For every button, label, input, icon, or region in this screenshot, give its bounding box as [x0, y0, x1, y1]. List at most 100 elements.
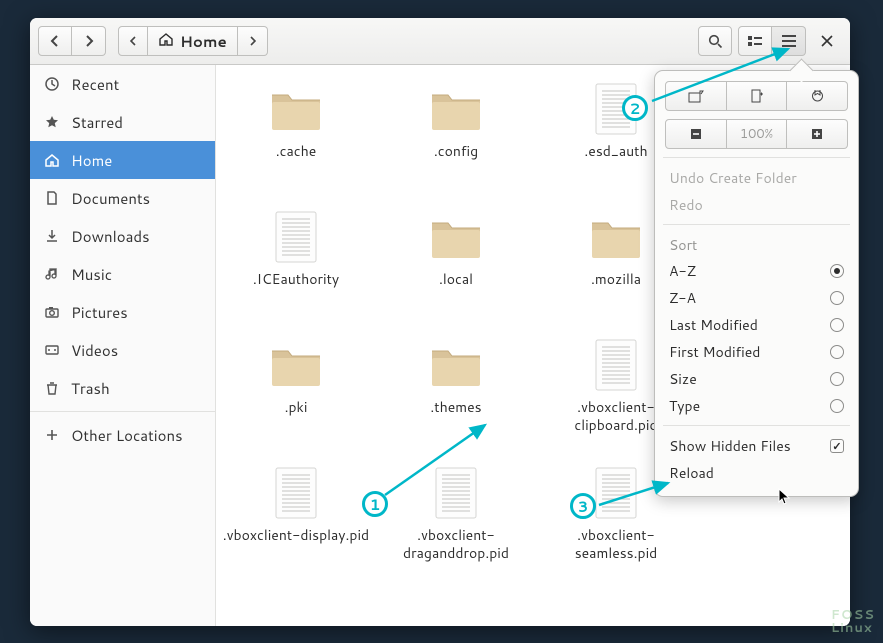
sidebar-other-locations[interactable]: Other Locations: [30, 416, 215, 454]
reload-menu-item[interactable]: Reload: [665, 459, 848, 486]
sort-option[interactable]: Z-A: [665, 284, 848, 311]
file-item[interactable]: .local: [376, 205, 536, 333]
file-label: .esd_auth: [578, 143, 653, 161]
file-label: .vboxclient-display.pid: [217, 527, 375, 545]
radio-icon: [830, 399, 844, 413]
folder-icon: [266, 81, 326, 137]
camera-icon: [44, 304, 60, 320]
sidebar-item-trash[interactable]: Trash: [30, 369, 215, 407]
folder-icon: [426, 209, 486, 265]
zoom-level: 100%: [727, 119, 788, 149]
radio-icon: [830, 264, 844, 278]
mouse-cursor: [778, 488, 792, 512]
trash-icon: [44, 380, 60, 396]
sidebar-item-starred[interactable]: Starred: [30, 103, 215, 141]
sort-option[interactable]: A-Z: [665, 257, 848, 284]
sidebar-item-label: Documents: [71, 188, 150, 209]
redo-menu-item[interactable]: Redo: [665, 191, 848, 218]
home-icon: [158, 31, 174, 52]
file-label: .local: [433, 271, 479, 289]
radio-icon: [830, 372, 844, 386]
sidebar-item-videos[interactable]: Videos: [30, 331, 215, 369]
plus-icon: [44, 427, 60, 443]
folder-icon: [426, 81, 486, 137]
view-toggle-button[interactable]: [738, 26, 772, 56]
sidebar-item-documents[interactable]: Documents: [30, 179, 215, 217]
new-folder-button[interactable]: [727, 81, 788, 111]
zoom-in-button[interactable]: [787, 119, 848, 149]
text-icon: [586, 337, 646, 393]
sort-option[interactable]: First Modified: [665, 338, 848, 365]
annotation-2: 2: [622, 95, 648, 121]
document-icon: [44, 190, 60, 206]
toolbar-right: [698, 26, 842, 56]
file-item[interactable]: .vboxclient-draganddrop.pid: [376, 461, 536, 589]
file-label: .cache: [270, 143, 323, 161]
sidebar-item-label: Recent: [71, 74, 119, 95]
sidebar-item-label: Trash: [71, 378, 110, 399]
music-icon: [44, 266, 60, 282]
view-options-popover: 100% Undo Create Folder Redo Sort A-ZZ-A…: [654, 70, 859, 497]
folder-icon: [586, 209, 646, 265]
sidebar: Recent Starred Home Documents Downloads Music…: [30, 65, 216, 626]
sidebar-item-label: Home: [71, 150, 112, 171]
folder-icon: [426, 337, 486, 393]
text-icon: [266, 209, 326, 265]
checkbox-icon: [830, 439, 844, 453]
sidebar-item-recent[interactable]: Recent: [30, 65, 215, 103]
sort-option[interactable]: Size: [665, 365, 848, 392]
search-button[interactable]: [698, 26, 732, 56]
home-icon: [44, 152, 60, 168]
sort-heading: Sort: [665, 231, 848, 257]
file-label: .config: [428, 143, 484, 161]
radio-icon: [830, 291, 844, 305]
sidebar-item-pictures[interactable]: Pictures: [30, 293, 215, 331]
close-button[interactable]: [812, 26, 842, 56]
nav-group: [38, 26, 106, 56]
annotation-3: 3: [570, 493, 596, 519]
sort-option[interactable]: Last Modified: [665, 311, 848, 338]
text-icon: [586, 465, 646, 521]
file-item[interactable]: .cache: [216, 77, 376, 205]
show-hidden-toggle[interactable]: Show Hidden Files: [665, 432, 848, 459]
sidebar-item-label: Starred: [71, 112, 123, 133]
file-label: .pki: [279, 399, 314, 417]
sidebar-item-label: Pictures: [71, 302, 128, 323]
new-tab-button[interactable]: [665, 81, 727, 111]
file-item[interactable]: .vboxclient-display.pid: [216, 461, 376, 589]
sidebar-item-music[interactable]: Music: [30, 255, 215, 293]
file-label: .vboxclient-seamless.pid: [536, 527, 696, 562]
file-label: .mozilla: [585, 271, 647, 289]
breadcrumb-home[interactable]: Home: [148, 26, 238, 56]
sidebar-item-home[interactable]: Home: [30, 141, 215, 179]
annotation-1: 1: [362, 491, 388, 517]
folder-icon: [266, 337, 326, 393]
file-item[interactable]: .config: [376, 77, 536, 205]
path-prev-button[interactable]: [118, 26, 148, 56]
zoom-out-button[interactable]: [665, 119, 727, 149]
watermark: FOSSLinux: [831, 609, 875, 635]
sidebar-item-label: Downloads: [71, 226, 150, 247]
sort-option[interactable]: Type: [665, 392, 848, 419]
text-icon: [426, 465, 486, 521]
path-next-button[interactable]: [238, 26, 268, 56]
file-item[interactable]: .themes: [376, 333, 536, 461]
sidebar-item-downloads[interactable]: Downloads: [30, 217, 215, 255]
file-item[interactable]: .pki: [216, 333, 376, 461]
breadcrumb-label: Home: [180, 31, 227, 52]
forward-button[interactable]: [72, 26, 106, 56]
bookmark-button[interactable]: [787, 81, 848, 111]
radio-icon: [830, 345, 844, 359]
file-label: .ICEauthority: [247, 271, 345, 289]
back-button[interactable]: [38, 26, 72, 56]
star-icon: [44, 114, 60, 130]
pathbar: Home: [118, 26, 692, 56]
undo-menu-item[interactable]: Undo Create Folder: [665, 164, 848, 191]
download-icon: [44, 228, 60, 244]
video-icon: [44, 342, 60, 358]
clock-icon: [44, 76, 60, 92]
sidebar-item-label: Other Locations: [71, 425, 183, 446]
hamburger-menu-button[interactable]: [772, 26, 806, 56]
file-label: .themes: [424, 399, 487, 417]
file-item[interactable]: .ICEauthority: [216, 205, 376, 333]
